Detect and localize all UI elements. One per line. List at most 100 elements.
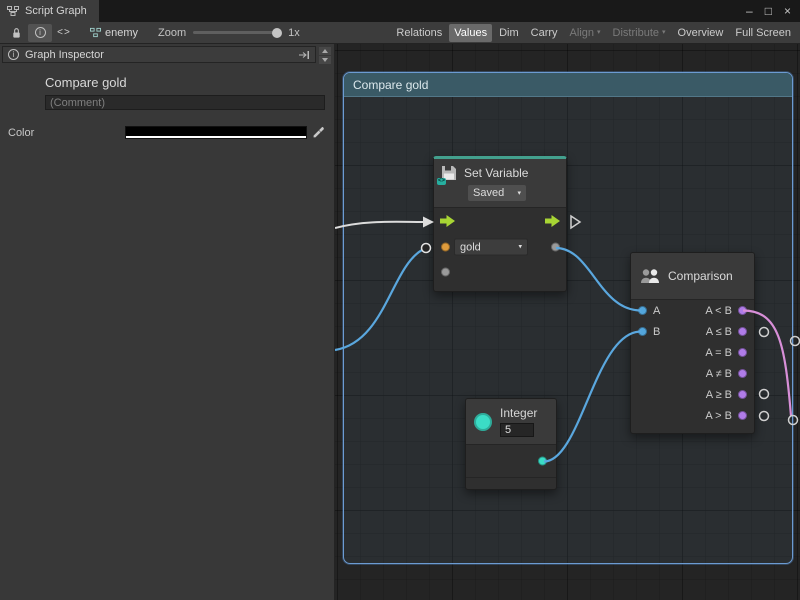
inspector-toggle-button[interactable]: i xyxy=(28,24,52,42)
align-dropdown[interactable]: Align ▾ xyxy=(565,24,606,42)
spin-down-button[interactable] xyxy=(319,56,331,64)
inspector-header[interactable]: i Graph Inspector xyxy=(2,46,316,63)
set-variable-header: <> Set Variable Saved ▾ xyxy=(434,159,566,208)
output-port-a-lte-b[interactable] xyxy=(738,327,747,336)
node-title: Integer xyxy=(500,406,537,420)
comparison-row: A ≥ B xyxy=(631,384,754,405)
variable-name-dropdown[interactable]: gold ▾ xyxy=(454,239,528,256)
output-port-a-gte-b[interactable] xyxy=(738,390,747,399)
tab-script-graph[interactable]: Script Graph xyxy=(0,0,99,22)
name-input-port[interactable] xyxy=(441,243,450,252)
zoom-control: Zoom 1x xyxy=(158,27,300,39)
variable-kind-label: Saved xyxy=(473,187,504,199)
node-integer[interactable]: Integer 5 xyxy=(465,398,557,490)
input-label-a: A xyxy=(653,305,660,317)
node-comparison[interactable]: Comparison A A < B B A ≤ B A = B xyxy=(630,252,755,434)
caret-down-icon: ▾ xyxy=(517,190,521,197)
caret-down-icon: ▾ xyxy=(597,29,601,36)
node-title: Set Variable xyxy=(464,166,528,180)
input-port-a[interactable] xyxy=(638,306,647,315)
window-controls: – □ × xyxy=(746,0,800,22)
value-input-port[interactable] xyxy=(441,268,450,277)
input-port-b[interactable] xyxy=(638,327,647,336)
triangle-up-icon xyxy=(322,49,328,53)
output-label: A = B xyxy=(705,347,732,359)
inspector-top: i Graph Inspector xyxy=(0,44,334,64)
output-label: A ≥ B xyxy=(706,389,732,401)
comment-input[interactable] xyxy=(45,95,325,110)
color-swatch[interactable] xyxy=(125,126,307,139)
graph-toolbar: i <> enemy Zoom 1x Relations Val xyxy=(0,22,800,44)
output-port-a-less-b[interactable] xyxy=(738,306,747,315)
dock-icon[interactable] xyxy=(299,50,310,60)
script-graph-icon xyxy=(7,5,19,17)
output-port-a-gt-b[interactable] xyxy=(738,411,747,420)
relations-label: Relations xyxy=(396,27,442,39)
graph-reference-label: enemy xyxy=(105,27,138,39)
integer-value-field[interactable]: 5 xyxy=(500,423,534,437)
integer-footer xyxy=(466,478,556,490)
panel-spinner xyxy=(319,46,331,64)
input-label-b: B xyxy=(653,326,660,338)
integer-output-port[interactable] xyxy=(538,457,547,466)
api-button[interactable]: <> xyxy=(52,24,76,42)
close-button[interactable]: × xyxy=(784,4,791,18)
flow-input-port[interactable] xyxy=(440,215,455,227)
zoom-slider-handle[interactable] xyxy=(272,28,282,38)
minimize-button[interactable]: – xyxy=(746,4,753,18)
distribute-dropdown[interactable]: Distribute ▾ xyxy=(608,24,671,42)
title-bar: Script Graph – □ × xyxy=(0,0,800,22)
maximize-button[interactable]: □ xyxy=(765,4,772,18)
relations-button[interactable]: Relations xyxy=(391,24,447,42)
zoom-label: Zoom xyxy=(158,27,186,39)
zoom-slider[interactable] xyxy=(193,31,281,34)
main-content: i Graph Inspector Compare gold xyxy=(0,44,800,600)
comparison-header: Comparison xyxy=(631,253,754,300)
output-label: A ≠ B xyxy=(706,368,732,380)
alpha-strip xyxy=(126,136,306,138)
comparison-row: B A ≤ B xyxy=(631,321,754,342)
values-button[interactable]: Values xyxy=(449,24,492,42)
comparison-row: A A < B xyxy=(631,300,754,321)
graph-title: Compare gold xyxy=(45,75,334,90)
info-icon: i xyxy=(35,27,46,38)
spin-up-button[interactable] xyxy=(319,47,331,55)
tab-title: Script Graph xyxy=(25,5,87,17)
output-label: A ≤ B xyxy=(706,326,732,338)
flow-output-port[interactable] xyxy=(545,215,560,227)
inspector-header-label: Graph Inspector xyxy=(25,49,104,61)
carry-button[interactable]: Carry xyxy=(526,24,563,42)
dim-label: Dim xyxy=(499,27,519,39)
value-output-port[interactable] xyxy=(551,243,560,252)
output-port-a-eq-b[interactable] xyxy=(738,348,747,357)
variable-kind-dropdown[interactable]: Saved ▾ xyxy=(468,185,526,201)
output-port-a-neq-b[interactable] xyxy=(738,369,747,378)
info-icon: i xyxy=(8,49,19,60)
align-label: Align xyxy=(570,27,594,39)
graph-reference[interactable]: enemy xyxy=(90,27,138,39)
output-label: A > B xyxy=(705,410,732,422)
triangle-down-icon xyxy=(322,58,328,62)
caret-down-icon: ▾ xyxy=(662,29,666,36)
eyedropper-icon[interactable] xyxy=(312,126,325,139)
graph-canvas[interactable]: Compare gold <> xyxy=(335,44,800,600)
comparison-row: A = B xyxy=(631,342,754,363)
node-set-variable[interactable]: <> Set Variable Saved ▾ xyxy=(433,156,567,292)
overview-button[interactable]: Overview xyxy=(673,24,729,42)
variable-name-label: gold xyxy=(460,241,481,253)
fullscreen-label: Full Screen xyxy=(735,27,791,39)
save-variable-icon: <> xyxy=(440,164,458,182)
output-label: A < B xyxy=(705,305,732,317)
comparison-row: A ≠ B xyxy=(631,363,754,384)
fullscreen-button[interactable]: Full Screen xyxy=(730,24,796,42)
toolbar-buttons: Relations Values Dim Carry Align ▾ Distr… xyxy=(391,24,796,42)
dim-button[interactable]: Dim xyxy=(494,24,524,42)
integer-header: Integer 5 xyxy=(466,399,556,445)
value-input-row xyxy=(434,260,566,284)
integer-body xyxy=(466,445,556,478)
distribute-label: Distribute xyxy=(613,27,659,39)
values-label: Values xyxy=(454,27,487,39)
lock-button[interactable] xyxy=(4,24,28,42)
group-header[interactable]: Compare gold xyxy=(344,73,792,97)
graph-inspector-panel: i Graph Inspector Compare gold xyxy=(0,44,335,600)
